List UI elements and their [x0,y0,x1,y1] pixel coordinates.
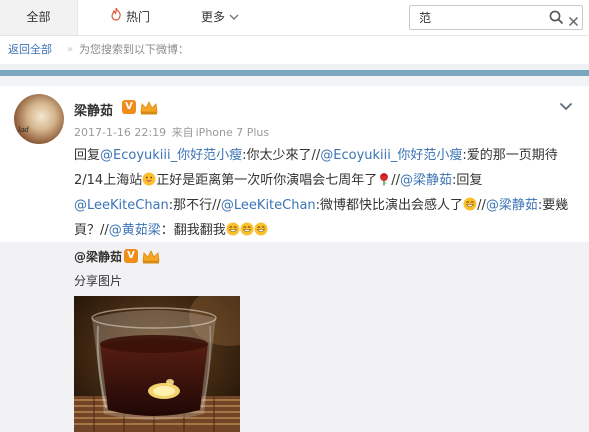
tab-all-label: 全部 [26,10,51,24]
post-text-fragment: // [477,198,486,213]
weibo-post: lad 梁静茹 V 2017-1-16 22:19 来自 iPhone 7 Plu… [0,86,589,432]
verified-badge: V [122,100,136,114]
search-input[interactable] [410,6,549,29]
verified-badge: V [124,249,138,263]
fire-icon [110,0,122,35]
close-icon[interactable] [568,12,579,31]
tab-hot-label: 热门 [125,10,150,24]
post-text-fragment: ：翻我翻我 [160,223,226,238]
chevron-down-icon [229,0,239,35]
post-text: 回复@Ecoyukiii_你好范小瘦:你太少來了//@Ecoyukiii_你好范… [74,143,574,243]
whisky-glass-photo [74,296,240,432]
avatar-scrawl: lad [18,126,29,134]
post-timestamp[interactable]: 2017-1-16 22:19 [74,126,166,139]
tab-all[interactable]: 全部 [0,0,78,35]
post-text-fragment: 回复 [74,148,101,163]
repost-text: 分享图片 [74,274,123,288]
avatar[interactable]: lad [14,94,64,144]
shared-photo[interactable] [74,296,240,432]
laugh-emoji-icon [254,220,268,236]
post-text-fragment: // [391,173,400,188]
post-text-fragment: :那不行// [168,198,221,213]
laugh-emoji-icon [240,220,254,236]
post-meta: 2017-1-16 22:19 来自 iPhone 7 Plus [74,124,269,140]
search-result-note: 为您搜索到以下微博： [79,43,189,56]
post-text-fragment: :你太少來了// [242,148,321,163]
crown-icon [140,100,158,119]
mention-link[interactable]: @梁静茹 [400,173,452,188]
laugh-emoji-icon [226,220,240,236]
top-nav: 全部 热门 更多 [0,0,589,36]
tab-more[interactable]: 更多 [190,0,250,35]
mention-link[interactable]: @梁静茹 [486,198,538,213]
post-text-fragment: :微博都快比演出会感人了 [315,198,464,213]
mention-link[interactable]: @Ecoyukiii_你好范小瘦 [100,148,242,163]
grin-emoji-icon [142,170,156,186]
post-text-fragment: :回复 [452,173,483,188]
divider [0,76,589,86]
post-author-name[interactable]: 梁静茹 [74,100,113,119]
post-text-fragment: 正好是距离第一次听你演唱会七周年了 [156,173,378,188]
repost-author-name[interactable]: @梁静茹 [74,248,122,265]
post-source-prefix: 来自 [171,126,194,139]
mention-link[interactable]: @LeeKiteChan [221,198,316,213]
post-source: iPhone 7 Plus [195,126,270,139]
search-icon[interactable] [549,10,564,29]
mention-link[interactable]: @黄茹梁 [109,223,161,238]
breadcrumb: 返回全部 » 为您搜索到以下微博： [0,36,589,64]
back-to-all-link[interactable]: 返回全部 [8,36,52,64]
mention-link[interactable]: @LeeKiteChan [74,198,169,213]
chevron-down-icon[interactable] [559,96,573,115]
mention-link[interactable]: @Ecoyukiii_你好范小瘦 [320,148,462,163]
repost-block: @梁静茹 V 分享图片 [0,242,589,432]
search-box [409,5,583,30]
breadcrumb-separator: » [67,44,74,55]
tab-more-label: 更多 [200,10,225,24]
tab-hot[interactable]: 热门 [100,0,160,35]
crown-icon [142,249,160,268]
rose-emoji-icon [377,170,391,186]
laugh-emoji-icon [463,195,477,211]
